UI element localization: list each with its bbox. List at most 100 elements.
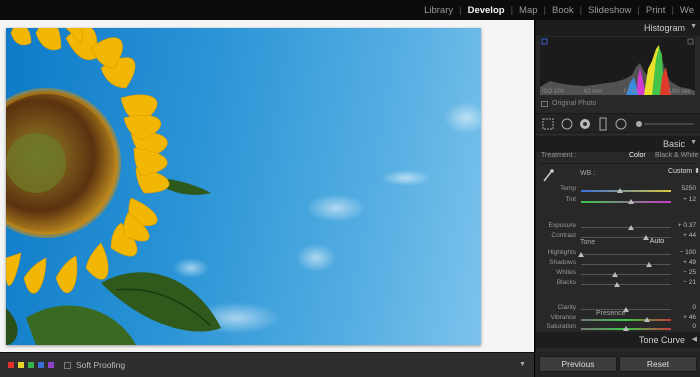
wb-preset-value: Custom <box>668 168 693 175</box>
original-photo-toggle[interactable]: Original Photo <box>541 100 596 107</box>
shadows-slider-track[interactable] <box>581 264 671 265</box>
histogram[interactable] <box>540 37 695 95</box>
color-label-yellow[interactable] <box>18 362 24 368</box>
module-library[interactable]: Library <box>418 5 459 16</box>
module-develop[interactable]: Develop <box>462 5 511 16</box>
whites-slider-thumb[interactable] <box>612 272 619 277</box>
tone-curve-header[interactable]: Tone Curve ◀ <box>536 332 700 348</box>
develop-right-panel: Histogram ▼ ISO 100 62 mm f / 10 1/80 se… <box>535 20 700 352</box>
treatment-bw-option[interactable]: Black & White <box>655 152 699 159</box>
module-map[interactable]: Map <box>513 5 543 16</box>
highlights-slider-track[interactable] <box>581 254 671 255</box>
shutter-info: 1/80 sec <box>668 89 691 95</box>
original-photo-label: Original Photo <box>552 100 597 107</box>
graduated-filter-icon <box>599 117 607 131</box>
color-label-blue[interactable] <box>38 362 44 368</box>
color-label-red[interactable] <box>8 362 14 368</box>
histogram-header[interactable]: Histogram ▼ <box>536 20 700 36</box>
crop-icon <box>542 118 554 130</box>
spot-removal-icon <box>561 118 573 130</box>
tint-slider-track[interactable] <box>581 201 671 203</box>
collapse-triangle-icon[interactable]: ▼ <box>690 139 697 146</box>
module-print[interactable]: Print <box>640 5 672 16</box>
highlights-slider-thumb[interactable] <box>578 252 584 257</box>
module-picker-bar: Library | Develop | Map | Book | Slidesh… <box>0 0 700 20</box>
panel-buttons: Previous Reset <box>535 352 700 377</box>
module-web[interactable]: We <box>674 5 700 16</box>
color-label-green[interactable] <box>28 362 34 368</box>
module-list: Library | Develop | Map | Book | Slidesh… <box>418 0 700 20</box>
blacks-slider-value[interactable]: − 21 <box>674 279 696 286</box>
eyedropper-icon[interactable] <box>542 169 554 183</box>
sunflower-image <box>6 28 481 345</box>
module-book[interactable]: Book <box>546 5 580 16</box>
tool-icons <box>542 117 694 131</box>
saturation-slider-value[interactable]: 0 <box>674 323 696 330</box>
tint-slider-label: Tint <box>565 196 576 203</box>
temp-slider-thumb[interactable] <box>616 188 623 193</box>
tool-strip <box>536 113 700 133</box>
blacks-slider-track[interactable] <box>581 284 671 285</box>
vibrance-slider-value[interactable]: + 46 <box>674 314 696 321</box>
radial-filter-icon <box>615 118 627 130</box>
original-photo-checkbox[interactable] <box>541 100 548 107</box>
vibrance-slider-label: Vibrance <box>550 314 576 321</box>
module-slideshow[interactable]: Slideshow <box>582 5 637 16</box>
collapse-triangle-icon[interactable]: ◀ <box>692 335 697 343</box>
tone-label: Tone <box>580 239 596 246</box>
treatment-row: Treatment : Color Black & White <box>536 149 700 163</box>
auto-tone-button[interactable]: Auto <box>646 237 668 247</box>
shadows-slider-value[interactable]: + 49 <box>674 259 696 266</box>
blacks-slider-label: Blacks <box>556 279 576 286</box>
vibrance-slider-thumb[interactable] <box>643 317 650 322</box>
tone-curve-title: Tone Curve <box>638 335 685 345</box>
presence-label: Presence <box>596 310 626 317</box>
temp-slider-label: Temp <box>560 185 576 192</box>
exposure-slider-track[interactable] <box>581 227 671 228</box>
shadows-slider-thumb[interactable] <box>645 262 652 267</box>
treatment-label: Treatment : <box>541 152 577 159</box>
tint-slider-thumb[interactable] <box>628 199 635 204</box>
image-canvas[interactable] <box>0 20 534 352</box>
blacks-slider-thumb[interactable] <box>614 282 620 287</box>
exposure-slider-thumb[interactable] <box>628 225 635 230</box>
histogram-graph <box>540 38 695 95</box>
exposure-slider-value[interactable]: + 0.37 <box>674 222 696 229</box>
saturation-slider-thumb[interactable] <box>623 326 629 331</box>
highlights-slider-label: Highlights <box>547 249 576 256</box>
vibrance-slider-track[interactable] <box>581 319 671 321</box>
color-label-purple[interactable] <box>48 362 54 368</box>
toolbar-menu-arrow-icon[interactable]: ▼ <box>519 361 526 368</box>
bottom-toolbar: Soft Proofing ▼ <box>0 352 534 377</box>
temp-slider-value[interactable]: 5250 <box>674 185 696 192</box>
reset-button[interactable]: Reset <box>619 356 697 372</box>
previous-button[interactable]: Previous <box>539 356 617 372</box>
iso-info: ISO 100 <box>542 89 565 95</box>
whites-slider-label: Whites <box>556 269 576 276</box>
aperture-info: f / 10 <box>624 89 638 95</box>
wb-preset-dropdown[interactable]: Custom ⬍ <box>622 167 700 177</box>
clarity-slider-value[interactable]: 0 <box>674 304 696 311</box>
contrast-slider-label: Contrast <box>551 232 576 239</box>
soft-proofing-checkbox[interactable] <box>64 362 71 369</box>
exposure-slider-label: Exposure <box>548 222 576 229</box>
basic-title: Basic <box>662 139 685 149</box>
histogram-title: Histogram <box>643 23 685 33</box>
contrast-slider-value[interactable]: + 44 <box>674 232 696 239</box>
focal-length-info: 62 mm <box>584 89 603 95</box>
collapse-triangle-icon[interactable]: ▼ <box>690 23 697 30</box>
tint-slider-value[interactable]: + 12 <box>674 196 696 203</box>
soft-proofing-label: Soft Proofing <box>76 360 126 370</box>
whites-slider-track[interactable] <box>581 274 671 275</box>
highlights-slider-value[interactable]: − 100 <box>674 249 696 256</box>
clarity-slider-label: Clarity <box>557 304 576 311</box>
temp-slider-track[interactable] <box>581 190 671 192</box>
divider <box>540 163 697 164</box>
brush-icon <box>636 121 642 127</box>
saturation-slider-label: Saturation <box>546 323 576 330</box>
whites-slider-value[interactable]: − 25 <box>674 269 696 276</box>
treatment-color-option[interactable]: Color <box>629 152 646 159</box>
photo-preview[interactable] <box>6 28 481 345</box>
dropdown-arrows-icon: ⬍ <box>694 168 700 175</box>
wb-label: WB : <box>580 170 596 177</box>
